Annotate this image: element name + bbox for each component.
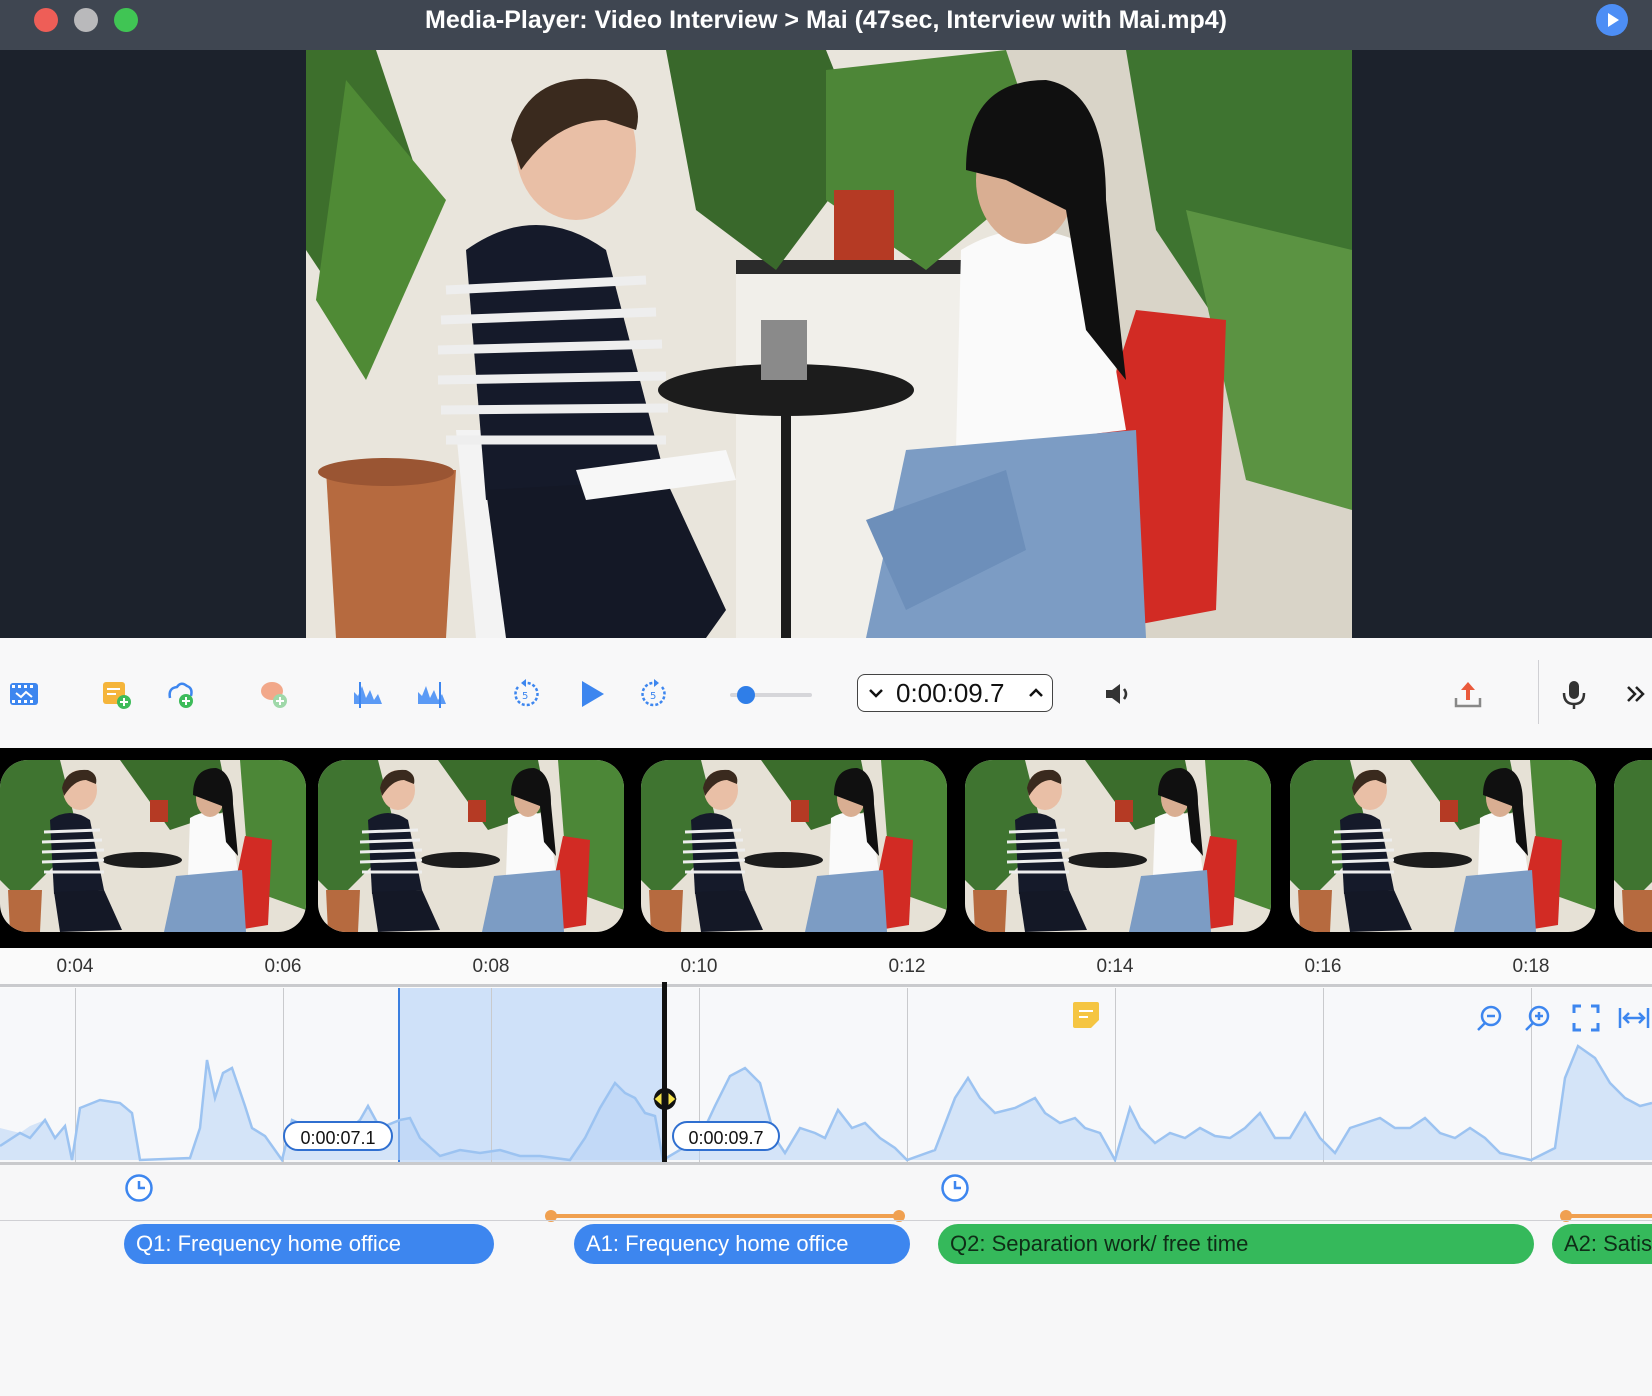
filmstrip-thumbnail[interactable] <box>1614 760 1652 932</box>
marker-lane <box>0 1165 1652 1222</box>
time-ruler[interactable]: 0:04 0:06 0:08 0:10 0:12 0:14 0:16 0:18 <box>0 948 1652 988</box>
add-clip-list-icon[interactable] <box>100 678 132 710</box>
window-title: Media-Player: Video Interview > Mai (47s… <box>425 6 1227 34</box>
filmstrip-thumbnail[interactable] <box>1290 760 1596 932</box>
forward-5-icon[interactable]: 5 <box>638 678 670 710</box>
zoom-in-icon[interactable] <box>1524 1004 1552 1037</box>
selection-end-label: 0:00:09.7 <box>672 1121 780 1151</box>
ruler-tick-label: 0:18 <box>1512 956 1550 977</box>
play-button[interactable] <box>576 678 608 710</box>
player-toolbar: 5 5 0:00:09.7 <box>0 638 1652 748</box>
window-titlebar: Media-Player: Video Interview > Mai (47s… <box>0 0 1652 50</box>
chevron-down-icon[interactable] <box>868 685 884 706</box>
toolbar-divider <box>1538 660 1539 724</box>
chevron-up-icon[interactable] <box>1028 685 1044 706</box>
code-chip[interactable]: A1: Frequency home office <box>574 1224 910 1264</box>
ruler-tick-label: 0:08 <box>472 956 510 977</box>
playhead[interactable] <box>662 982 667 1162</box>
ruler-tick-label: 0:14 <box>1096 956 1134 977</box>
fit-to-screen-icon[interactable] <box>1572 1004 1600 1037</box>
video-frame[interactable] <box>306 50 1352 638</box>
filmstrip-thumbnail[interactable] <box>0 760 306 932</box>
playhead-handle-icon[interactable] <box>650 1086 680 1117</box>
code-chip[interactable]: A2: Satisf <box>1552 1224 1652 1264</box>
video-area <box>0 50 1652 638</box>
filmstrip-thumbnail[interactable] <box>641 760 947 932</box>
time-stepper[interactable]: 0:00:09.7 <box>857 674 1053 712</box>
selection-start-label: 0:00:07.1 <box>283 1121 393 1151</box>
more-chevron-icon[interactable] <box>1620 678 1652 710</box>
audio-waveform <box>0 1044 1652 1162</box>
code-chip[interactable]: Q1: Frequency home office <box>124 1224 494 1264</box>
ruler-tick-label: 0:06 <box>264 956 302 977</box>
rewind-5-icon[interactable]: 5 <box>510 678 542 710</box>
clock-icon[interactable] <box>124 1173 154 1203</box>
clock-icon[interactable] <box>940 1173 970 1203</box>
ruler-tick-label: 0:10 <box>680 956 718 977</box>
waveform-timeline[interactable]: 0:00:07.1 0:00:09.7 <box>0 982 1652 1165</box>
current-time: 0:00:09.7 <box>896 678 1005 708</box>
memo-note-icon[interactable] <box>1071 1000 1101 1035</box>
add-memo-icon[interactable] <box>258 678 290 710</box>
speaker-icon[interactable] <box>1102 678 1134 710</box>
code-chip[interactable]: Q2: Separation work/ free time <box>938 1224 1534 1264</box>
filmstrip[interactable] <box>0 748 1652 948</box>
slider-knob[interactable] <box>737 686 756 704</box>
add-code-icon[interactable] <box>165 678 197 710</box>
filmstrip-thumbnail[interactable] <box>965 760 1271 932</box>
microphone-icon[interactable] <box>1558 678 1590 710</box>
ruler-tick-label: 0:16 <box>1304 956 1342 977</box>
ruler-baseline <box>0 984 1652 987</box>
svg-text:5: 5 <box>650 691 656 702</box>
zoom-out-icon[interactable] <box>1476 1004 1504 1037</box>
code-lane-separator <box>0 1220 1652 1221</box>
play-icon[interactable] <box>1596 4 1628 36</box>
cut-end-icon[interactable] <box>416 678 448 710</box>
ruler-tick-label: 0:12 <box>888 956 926 977</box>
export-icon[interactable] <box>1452 678 1484 710</box>
speed-slider[interactable] <box>730 686 812 704</box>
filmstrip-toggle-icon[interactable] <box>8 678 40 710</box>
ruler-tick-label: 0:04 <box>56 956 94 977</box>
cut-start-icon[interactable] <box>352 678 384 710</box>
svg-text:5: 5 <box>522 691 528 702</box>
expand-width-icon[interactable] <box>1618 1004 1650 1037</box>
filmstrip-thumbnail[interactable] <box>318 760 624 932</box>
video-still-image <box>306 50 1352 638</box>
